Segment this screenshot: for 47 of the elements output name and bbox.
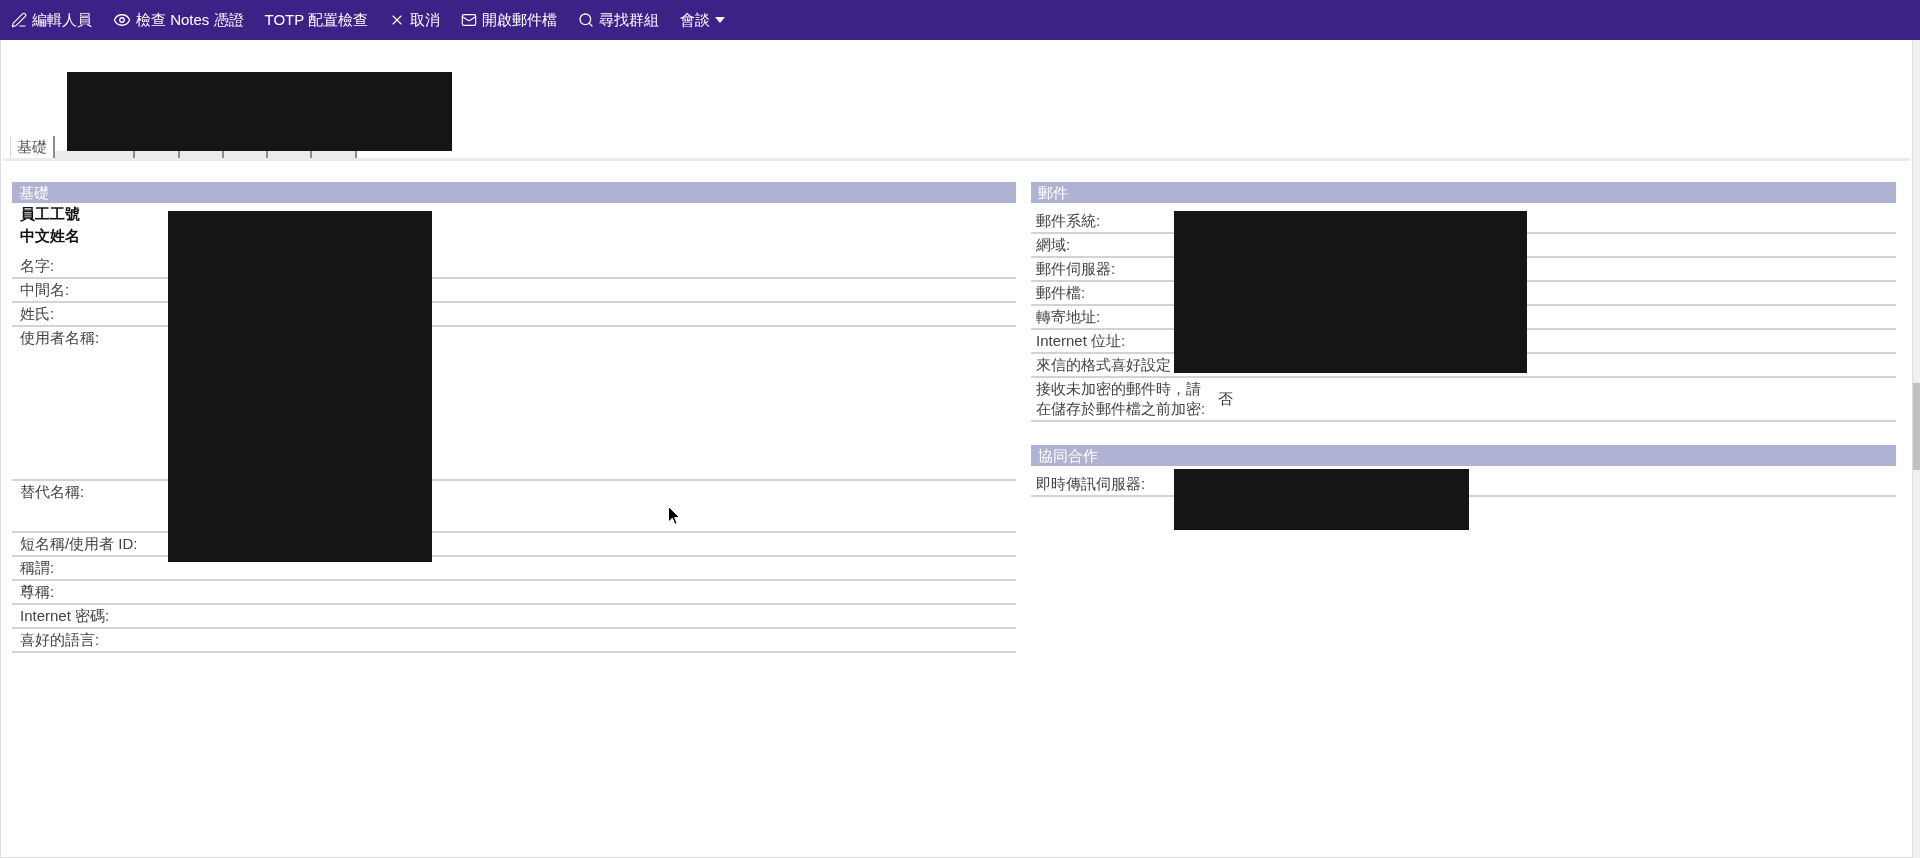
section-header: 協同合作 — [1031, 445, 1896, 466]
section-header: 基礎 — [12, 182, 1016, 203]
field-label: Internet 密碼: — [20, 607, 110, 624]
search-icon — [578, 12, 595, 28]
field-label: 名字: — [20, 257, 55, 274]
field-label: 接收未加密的郵件時，請在儲存於郵件檔之前加密: — [1036, 380, 1206, 417]
field-label: 替代名稱: — [20, 483, 85, 500]
caret-down-icon — [715, 17, 726, 23]
field-label: 中間名: — [20, 281, 70, 298]
tab[interactable] — [55, 151, 135, 158]
envelope-icon — [461, 12, 478, 28]
field-label: 來信的格式喜好設定 — [1036, 356, 1171, 373]
field-label: Internet 位址: — [1036, 332, 1126, 349]
toolbar-button[interactable]: TOTP 配置檢查 — [264, 6, 369, 34]
field-label: 姓氏: — [20, 305, 55, 322]
field-label: 尊稱: — [20, 583, 55, 600]
dropdown-button[interactable]: 會談 — [680, 6, 726, 34]
eye-icon — [113, 11, 131, 29]
find-button[interactable]: 尋找群組 — [578, 6, 660, 34]
field-label: 喜好的語言: — [20, 631, 100, 648]
field-heading: 中文姓名 — [20, 226, 80, 246]
field-label: 稱謂: — [20, 559, 55, 576]
field-value: 否 — [1218, 389, 1233, 409]
field-label: 網域: — [1036, 236, 1071, 253]
field-label: 郵件系統: — [1036, 212, 1101, 229]
field-label: 轉寄地址: — [1036, 308, 1101, 325]
tab[interactable]: 基礎 — [10, 136, 55, 158]
edit-button[interactable]: 編輯人員 — [11, 6, 92, 34]
tab[interactable] — [312, 151, 357, 158]
tab[interactable] — [135, 151, 180, 158]
field-label: 郵件伺服器: — [1036, 260, 1116, 277]
field-label: 使用者名稱: — [20, 329, 100, 346]
cancel-button[interactable]: 取消 — [389, 6, 441, 34]
inspect-button[interactable]: 檢查 Notes 憑證 — [113, 6, 244, 34]
tab[interactable] — [180, 151, 224, 158]
tab[interactable] — [268, 151, 312, 158]
field-label: 短名稱/使用者 ID: — [20, 535, 138, 552]
field-label: 郵件檔: — [1036, 284, 1086, 301]
tab[interactable] — [224, 151, 268, 158]
field-label: 即時傳訊伺服器: — [1036, 475, 1146, 492]
field-heading: 員工工號 — [20, 204, 80, 224]
pencil-icon — [11, 12, 27, 28]
open-mail-button[interactable]: 開啟郵件檔 — [461, 6, 558, 34]
mouse-pointer-icon — [668, 506, 680, 525]
section-header: 郵件 — [1031, 182, 1896, 203]
scrollbar-track[interactable] — [1913, 40, 1920, 858]
scrollbar-thumb[interactable] — [1913, 383, 1920, 470]
